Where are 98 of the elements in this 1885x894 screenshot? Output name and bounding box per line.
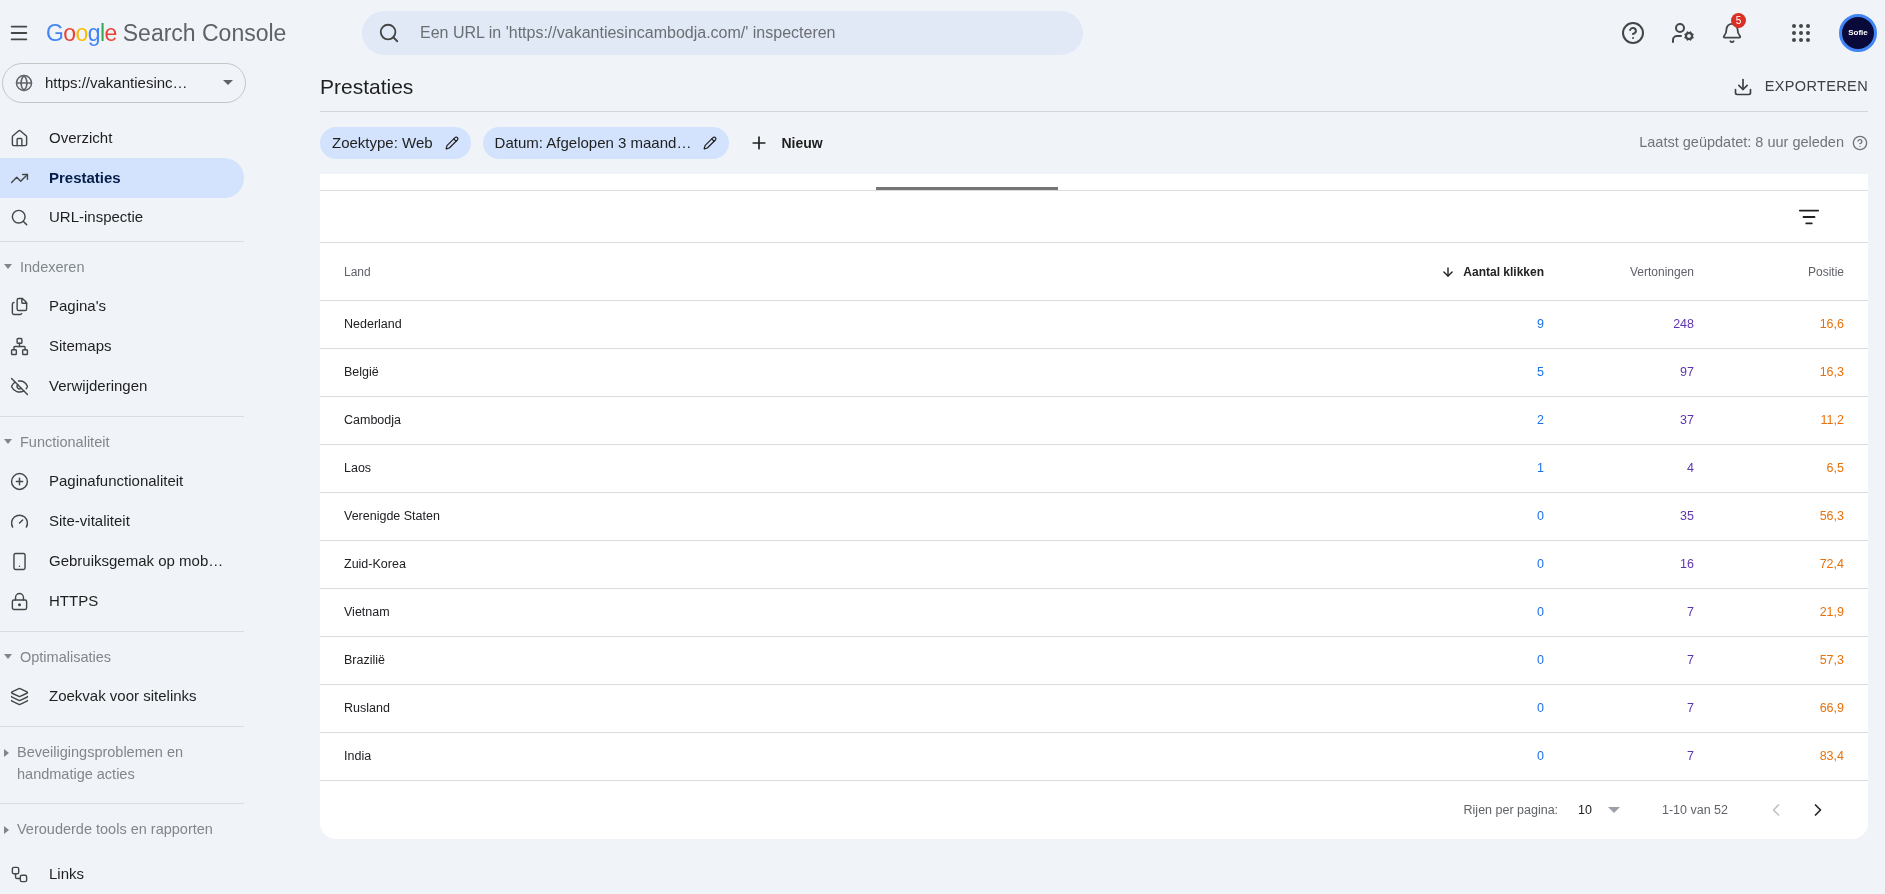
- caret-right-icon: [4, 749, 9, 758]
- gauge-icon: [10, 511, 29, 531]
- table-cell-text: 56,3: [1818, 508, 1844, 526]
- table-cell-text: India: [344, 748, 373, 766]
- new-filter-button[interactable]: Nieuw: [741, 132, 831, 154]
- help-icon[interactable]: [1621, 21, 1645, 45]
- avatar[interactable]: Sofie: [1839, 14, 1877, 52]
- sitemap-icon: [10, 336, 29, 356]
- table-cell-text: 248: [1672, 316, 1694, 334]
- table-cell-text: 16,6: [1818, 316, 1844, 334]
- table-cell-text: 0: [1536, 556, 1544, 574]
- notifications-icon[interactable]: [1721, 22, 1743, 44]
- table-cell-text: 0: [1536, 604, 1544, 622]
- table-cell-text: België: [344, 364, 380, 382]
- plus-circle-icon: [10, 471, 29, 491]
- nav-item[interactable]: Paginafunctionaliteit: [0, 461, 244, 502]
- caret-down-icon: [4, 439, 12, 445]
- globe-icon: [15, 73, 33, 92]
- table-cell-text: 0: [1536, 700, 1544, 718]
- nav-item[interactable]: Verwijderingen: [0, 366, 244, 407]
- last-updated-text: Laatst geüpdatet: 8 uur geleden: [1639, 133, 1844, 153]
- rows-per-page-select[interactable]: 10: [1578, 800, 1620, 820]
- table-cell-text: 16,3: [1818, 364, 1844, 382]
- user-settings-icon[interactable]: [1671, 21, 1695, 45]
- table-cell-text: 37: [1679, 412, 1694, 430]
- nav-item[interactable]: Zoekvak voor sitelinks: [0, 676, 244, 717]
- table-cell-text: 66,9: [1818, 700, 1844, 718]
- nav-item[interactable]: Sitemaps: [0, 326, 244, 367]
- table-cell-text: 83,4: [1818, 748, 1844, 766]
- caret-down-icon: [4, 264, 12, 270]
- dropdown-caret-icon: [1607, 807, 1620, 813]
- edit-icon: [444, 136, 459, 150]
- caret-down-icon: [4, 654, 12, 660]
- apps-grid-icon[interactable]: [1789, 21, 1813, 45]
- table-cell-text: 35: [1679, 508, 1694, 526]
- lock-icon: [10, 591, 29, 611]
- table-cell-text: 5: [1536, 364, 1544, 382]
- page-title: Prestaties: [320, 73, 414, 100]
- table-cell-text: 72,4: [1818, 556, 1844, 574]
- notification-badge: 5: [1731, 13, 1746, 28]
- nav-item[interactable]: Links: [0, 854, 244, 894]
- nav-item[interactable]: Pagina's: [0, 286, 244, 327]
- table-cell-text: Cambodja: [344, 412, 402, 430]
- nav-item[interactable]: HTTPS: [0, 581, 244, 622]
- table-cell-text: Nederland: [344, 316, 403, 334]
- search-icon: [378, 22, 400, 44]
- home-icon: [10, 128, 29, 148]
- column-header[interactable]: Aantal klikken: [1374, 262, 1544, 281]
- download-icon: [1732, 76, 1753, 97]
- caret-right-icon: [4, 826, 9, 835]
- pages-icon: [10, 296, 29, 316]
- nav-item[interactable]: Gebruiksgemak op mob…: [0, 541, 244, 582]
- table-cell-text: 97: [1679, 364, 1694, 382]
- table-cell-text: 4: [1686, 460, 1694, 478]
- table-cell-text: 7: [1686, 700, 1694, 718]
- table-cell-text: 2: [1536, 412, 1544, 430]
- table-cell-text: 57,3: [1818, 652, 1844, 670]
- table-cell-text: 0: [1536, 508, 1544, 526]
- dropdown-caret-icon: [223, 80, 233, 86]
- table-cell-text: 7: [1686, 604, 1694, 622]
- nav-item[interactable]: Overzicht: [0, 118, 244, 159]
- column-header[interactable]: Vertoningen: [1544, 262, 1694, 281]
- table-cell-text: 16: [1679, 556, 1694, 574]
- page-range: 1-10 van 52: [1661, 801, 1728, 819]
- help-icon[interactable]: [1852, 135, 1868, 151]
- table-cell-text: Verenigde Staten: [344, 508, 441, 526]
- table-cell-text: 6,5: [1825, 460, 1844, 478]
- table-cell-text: 0: [1536, 748, 1544, 766]
- table-cell-text: 9: [1536, 316, 1544, 334]
- table-cell-text: Laos: [344, 460, 373, 478]
- nav-item[interactable]: Site-vitaliteit: [0, 501, 244, 542]
- table-cell-text: Brazilië: [344, 652, 386, 670]
- nav-item[interactable]: URL-inspectie: [0, 197, 244, 238]
- nav-item[interactable]: Prestaties: [0, 158, 244, 198]
- export-button[interactable]: EXPORTEREN: [1732, 75, 1868, 98]
- table-cell-text: 21,9: [1818, 604, 1844, 622]
- table-cell-text: Vietnam: [344, 604, 391, 622]
- table-cell-text: 1: [1536, 460, 1544, 478]
- search-icon: [10, 208, 29, 228]
- filter-chip[interactable]: Datum: Afgelopen 3 maand…: [482, 127, 730, 159]
- edit-icon: [703, 136, 718, 150]
- eye-off-icon: [10, 376, 29, 396]
- product-name: Search Console: [122, 18, 287, 48]
- logo[interactable]: Google: [46, 15, 117, 51]
- filter-chip[interactable]: Zoektype: Web: [320, 127, 471, 159]
- table-cell-text: 7: [1686, 748, 1694, 766]
- table-cell-text: Zuid-Korea: [344, 556, 407, 574]
- column-header[interactable]: Positie: [1694, 262, 1844, 281]
- table-cell-text: Rusland: [344, 700, 391, 718]
- phone-icon: [10, 551, 29, 571]
- column-header[interactable]: Land: [344, 262, 1374, 281]
- rows-per-page-label: Rijen per pagina:: [1463, 801, 1559, 819]
- layers-icon: [10, 686, 29, 706]
- hierarchy-icon: [10, 864, 29, 884]
- table-cell-text: 11,2: [1819, 412, 1844, 430]
- table-cell-text: 7: [1686, 652, 1694, 670]
- table-cell-text: 0: [1536, 652, 1544, 670]
- search-field[interactable]: Een URL in 'https://vakantiesincambodja.com/' inspecteren: [362, 11, 1083, 55]
